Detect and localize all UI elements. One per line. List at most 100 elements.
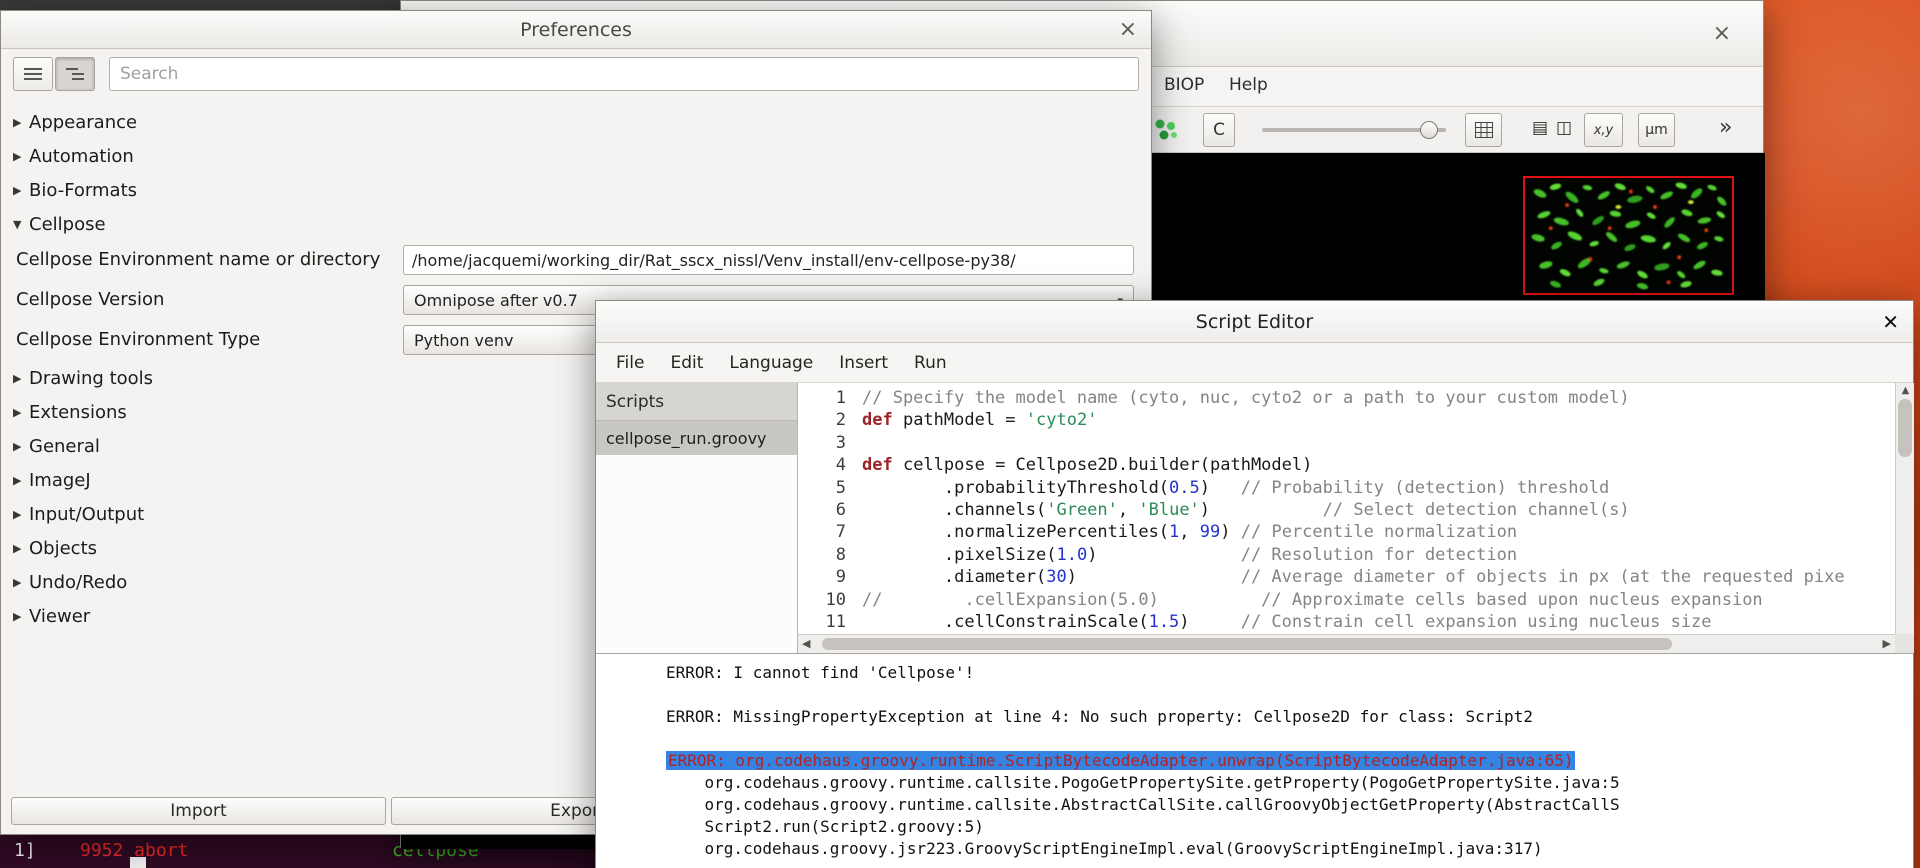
collapse-arrow-icon[interactable]: ▶	[1, 150, 29, 163]
collapse-arrow-icon[interactable]: ▶	[1, 542, 29, 555]
collapse-arrow-icon[interactable]: ▶	[1, 372, 29, 385]
code-segment: 0.5	[1169, 477, 1200, 498]
annotation-names-icon[interactable]: ▤	[1532, 118, 1548, 138]
scroll-up-icon[interactable]: ▲	[1896, 385, 1915, 396]
line-number: 6	[835, 499, 846, 520]
pref-category-bio-formats[interactable]: ▶ Bio-Formats	[1, 173, 1151, 207]
code-text: .channels('Green', 'Blue') // Select det…	[862, 499, 1630, 521]
code-segment: pathModel =	[892, 410, 1026, 431]
code-line: 4 def cellpose = Cellpose2D.builder(pathM…	[798, 454, 1895, 476]
horizontal-scroll-thumb[interactable]	[822, 638, 1672, 650]
code-segment: 1.0	[1056, 544, 1088, 565]
combo-value: Omnipose after v0.7	[414, 290, 578, 310]
console-line: org.codehaus.groovy.jsr223.GroovyScriptE…	[666, 839, 1543, 858]
code-segment: .diameter(	[862, 567, 1047, 588]
console-line: org.codehaus.groovy.runtime.callsite.Abs…	[666, 795, 1620, 814]
console-error-line-selected: ERROR: org.codehaus.groovy.runtime.Scrip…	[666, 750, 1913, 772]
collapse-arrow-icon[interactable]: ▶	[1, 406, 29, 419]
code-line: 11 .cellConstrainScale(1.5) // Constrain…	[798, 611, 1895, 633]
channel-viewer-button[interactable]: C	[1203, 113, 1235, 147]
code-segment: )	[1066, 567, 1241, 588]
line-number: 10	[825, 589, 846, 610]
code-segment: .cellConstrainScale(	[862, 611, 1149, 632]
line-number: 11	[825, 611, 846, 632]
preferences-close-icon[interactable]: ×	[1119, 18, 1137, 41]
pref-category-label: Objects	[29, 537, 98, 559]
expand-arrow-icon[interactable]: ▼	[1, 218, 29, 231]
line-number: 2	[835, 410, 846, 431]
detections-icon[interactable]	[1152, 117, 1180, 147]
code-segment: 1.5	[1148, 611, 1180, 632]
collapse-arrow-icon[interactable]: ▶	[1, 440, 29, 453]
show-scalebar-button[interactable]: µm	[1638, 113, 1675, 147]
grid-button[interactable]	[1465, 113, 1502, 147]
menu-language[interactable]: Language	[729, 353, 813, 373]
menu-edit[interactable]: Edit	[670, 353, 703, 373]
script-editor-title: Script Editor	[1195, 310, 1314, 333]
menu-insert[interactable]: Insert	[839, 353, 888, 373]
code-segment: // Average diameter of objects in px (at…	[1240, 567, 1845, 588]
code-editor[interactable]: 1 // Specify the model name (cyto, nuc, c…	[798, 383, 1895, 634]
code-segment: )	[1199, 477, 1241, 498]
qupath-menu-help[interactable]: Help	[1229, 75, 1268, 95]
line-number: 8	[835, 544, 846, 565]
code-vertical-scrollbar[interactable]: ▲	[1895, 383, 1914, 653]
code-horizontal-scrollbar[interactable]: ◀ ▶	[798, 634, 1895, 653]
pref-category-label: Appearance	[29, 111, 138, 133]
toolbar-overflow-chevron[interactable]: »	[1719, 115, 1732, 140]
collapse-arrow-icon[interactable]: ▶	[1, 576, 29, 589]
script-editor-titlebar[interactable]: Script Editor ✕	[596, 301, 1913, 343]
code-segment: // Resolution for detection	[1240, 544, 1518, 565]
scripts-panel: Scripts cellpose_run.groovy	[596, 383, 798, 653]
code-segment: 99	[1199, 522, 1221, 543]
preferences-titlebar[interactable]: Preferences ×	[1, 11, 1151, 49]
qupath-menu-biop[interactable]: BIOP	[1164, 75, 1204, 95]
code-segment: // Probability (detection) threshold	[1240, 477, 1610, 498]
fluorescence-image	[1523, 176, 1734, 295]
opacity-slider-thumb[interactable]	[1420, 121, 1438, 139]
code-segment: )	[1199, 499, 1323, 520]
collapse-arrow-icon[interactable]: ▶	[1, 474, 29, 487]
script-editor-body: Scripts cellpose_run.groovy 1 // Specify …	[596, 383, 1914, 868]
pref-category-label: Bio-Formats	[29, 179, 137, 201]
line-number: 1	[835, 388, 846, 408]
overlay-icon[interactable]: ◫	[1556, 118, 1572, 138]
code-text: def pathModel = 'cyto2'	[862, 409, 1097, 431]
pref-category-automation[interactable]: ▶ Automation	[1, 139, 1151, 173]
script-list-item-selected[interactable]: cellpose_run.groovy	[596, 421, 797, 455]
vertical-scroll-thumb[interactable]	[1898, 399, 1912, 457]
line-number: 9	[835, 567, 846, 588]
scroll-right-icon[interactable]: ▶	[1883, 637, 1891, 650]
menu-file[interactable]: File	[616, 353, 644, 373]
show-cursor-location-button[interactable]: x,y	[1584, 113, 1623, 147]
collapse-arrow-icon[interactable]: ▶	[1, 184, 29, 197]
scroll-left-icon[interactable]: ◀	[802, 637, 810, 650]
line-number: 3	[835, 432, 846, 453]
pref-category-label: ImageJ	[29, 469, 91, 491]
terminal-job-number: 1]	[14, 840, 36, 861]
import-button[interactable]: Import	[11, 797, 386, 825]
pref-property-row: Cellpose Environment name or directory	[1, 241, 1151, 281]
menu-run[interactable]: Run	[914, 353, 947, 373]
opacity-slider[interactable]	[1262, 121, 1446, 139]
console-line: ERROR: I cannot find 'Cellpose'!	[666, 663, 975, 682]
collapse-arrow-icon[interactable]: ▶	[1, 508, 29, 521]
qupath-close-icon[interactable]: ×	[1713, 22, 1731, 45]
code-text: .cellConstrainScale(1.5) // Constrain ce…	[862, 611, 1712, 633]
combo-value: Python venv	[414, 330, 514, 350]
collapse-arrow-icon[interactable]: ▶	[1, 610, 29, 623]
code-text: .pixelSize(1.0) // Resolution for detect…	[862, 544, 1517, 566]
pref-category-label: Extensions	[29, 401, 127, 423]
code-segment: 'Green'	[1046, 499, 1118, 520]
pref-category-cellpose[interactable]: ▼ Cellpose	[1, 207, 1151, 241]
script-editor-close-icon[interactable]: ✕	[1882, 312, 1899, 332]
pref-category-appearance[interactable]: ▶ Appearance	[1, 105, 1151, 139]
code-text: .normalizePercentiles(1, 99) // Percenti…	[862, 521, 1517, 543]
console-line: ERROR: MissingPropertyException at line …	[666, 707, 1533, 726]
code-segment: // .cellExpansion(5.0) // Approximate ce…	[862, 589, 1763, 610]
collapse-arrow-icon[interactable]: ▶	[1, 116, 29, 129]
code-segment: .probabilityThreshold(	[862, 477, 1170, 498]
pref-category-label: Automation	[29, 145, 134, 167]
console-output[interactable]: ERROR: I cannot find 'Cellpose'! ERROR: M…	[596, 653, 1913, 868]
cellpose-environment-input[interactable]	[403, 245, 1134, 275]
